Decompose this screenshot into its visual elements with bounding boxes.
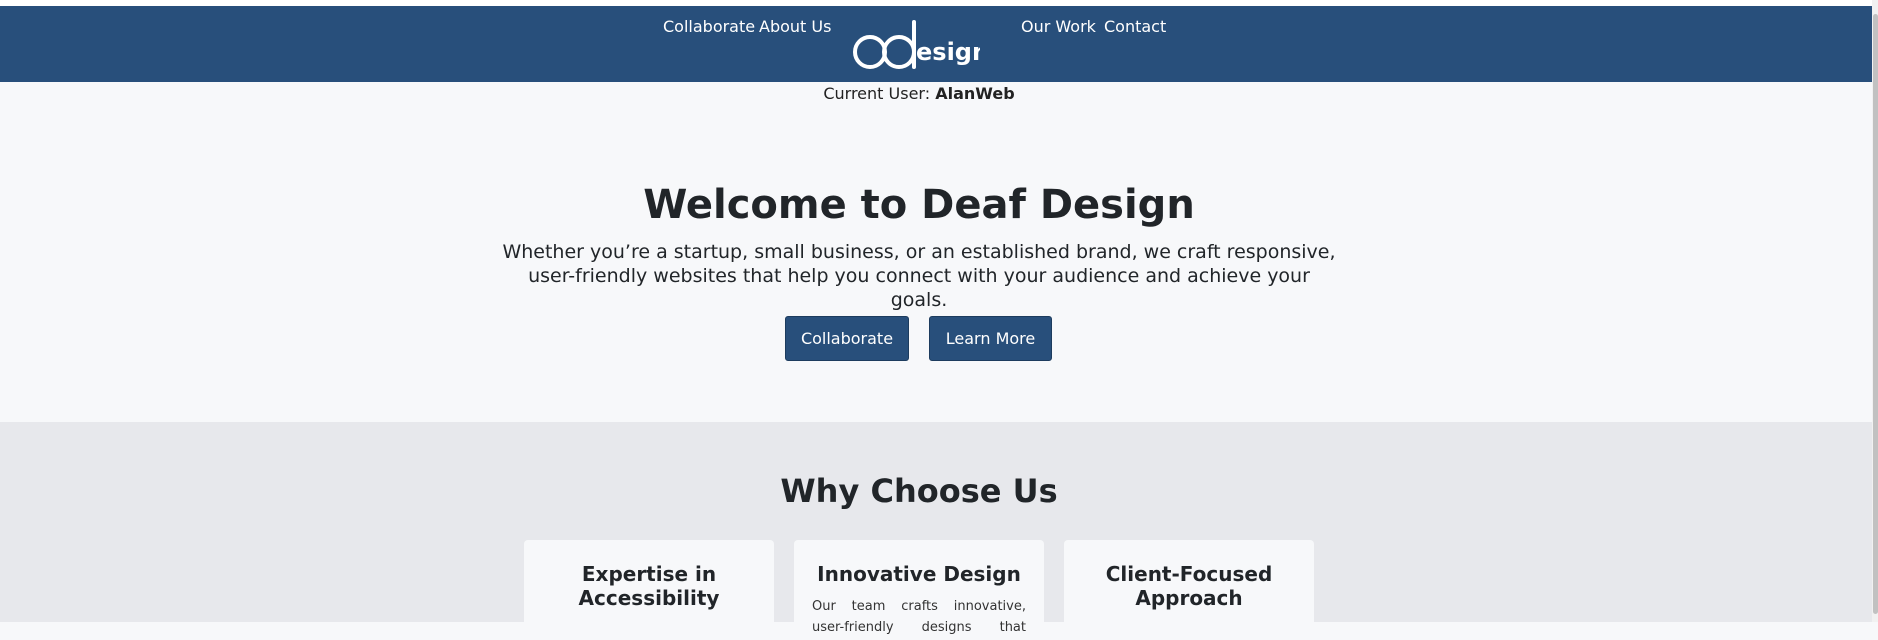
current-user-label: Current User:	[823, 84, 931, 103]
current-user-name: AlanWeb	[935, 84, 1015, 103]
nav-link-our-work[interactable]: Our Work	[1021, 17, 1096, 36]
card-title: Expertise in Accessibility	[578, 562, 720, 610]
card-innovative-design: Innovative Design Our team crafts innova…	[794, 540, 1044, 640]
why-choose-us-section: Why Choose Us Expertise in Accessibility…	[0, 422, 1872, 640]
nav-link-collaborate[interactable]: Collaborate	[663, 17, 755, 36]
scrollbar-thumb[interactable]	[1873, 14, 1878, 614]
svg-text:esign: esign	[916, 38, 980, 66]
collaborate-button[interactable]: Collaborate	[785, 316, 909, 361]
why-choose-us-title: Why Choose Us	[780, 472, 1058, 510]
logo[interactable]: esign	[850, 18, 980, 74]
navbar: Collaborate About Us esign Our Work Cont…	[0, 6, 1872, 82]
learn-more-button[interactable]: Learn More	[929, 316, 1052, 361]
nav-link-contact[interactable]: Contact	[1104, 17, 1166, 36]
hero-title: Welcome to Deaf Design	[643, 182, 1195, 228]
card-title: Client-Focused Approach	[1105, 562, 1273, 610]
nav-link-about-us[interactable]: About Us	[759, 17, 831, 36]
hero-description: Whether you’re a startup, small business…	[502, 241, 1336, 311]
card-expertise: Expertise in Accessibility	[524, 540, 774, 640]
current-user: Current User: AlanWeb	[0, 84, 1838, 103]
card-client-focused: Client-Focused Approach	[1064, 540, 1314, 640]
card-text: Our team crafts innovative, user-friendl…	[812, 599, 1026, 635]
card-title: Innovative Design	[817, 562, 1021, 586]
